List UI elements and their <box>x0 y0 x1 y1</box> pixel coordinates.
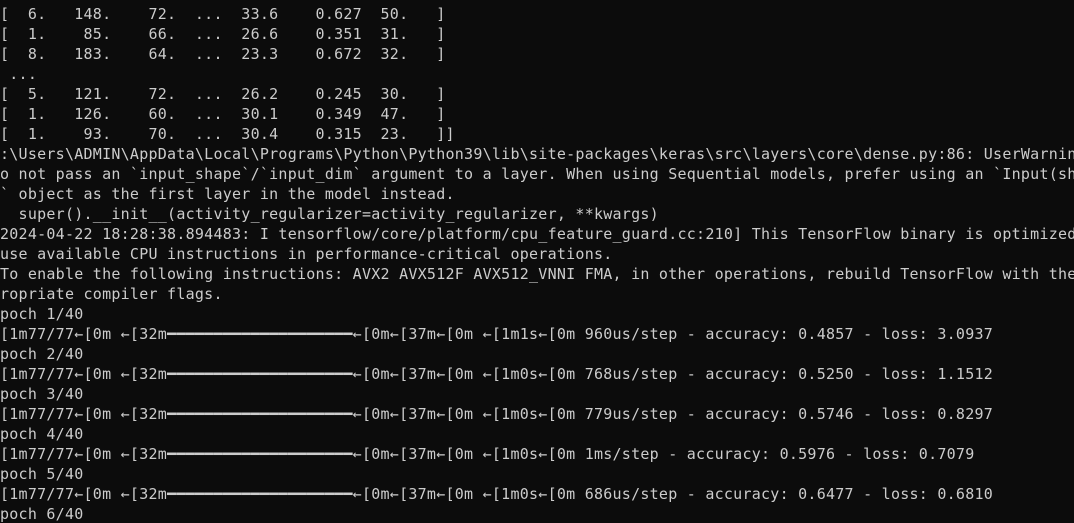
tensorflow-log-line: use available CPU instructions in perfor… <box>0 245 613 263</box>
training-progress-line: [1m77/77←[0m ←[32m━━━━━━━━━━━━━━━━━━━━←[… <box>0 405 994 423</box>
training-progress-line: [1m77/77←[0m ←[32m━━━━━━━━━━━━━━━━━━━━←[… <box>0 445 975 463</box>
warning-message-line: ` object as the first layer in the model… <box>0 185 455 203</box>
epoch-header: poch 4/40 <box>0 425 84 443</box>
array-row: [ 1. 85. 66. ... 26.6 0.351 31. ] <box>0 25 446 43</box>
array-row: [ 1. 93. 70. ... 30.4 0.315 23. ]] <box>0 125 455 143</box>
warning-message-line: o not pass an `input_shape`/`input_dim` … <box>0 165 1074 183</box>
tensorflow-log-line: To enable the following instructions: AV… <box>0 265 1074 283</box>
training-progress-line: [1m77/77←[0m ←[32m━━━━━━━━━━━━━━━━━━━━←[… <box>0 485 994 503</box>
tensorflow-log-line: 2024-04-22 18:28:38.894483: I tensorflow… <box>0 225 1074 243</box>
array-ellipsis: ... <box>0 65 38 83</box>
code-line: super().__init__(activity_regularizer=ac… <box>0 205 659 223</box>
epoch-header: poch 1/40 <box>0 305 84 323</box>
training-progress-line: [1m77/77←[0m ←[32m━━━━━━━━━━━━━━━━━━━━←[… <box>0 365 994 383</box>
epoch-header: poch 2/40 <box>0 345 84 363</box>
array-row: [ 6. 148. 72. ... 33.6 0.627 50. ] <box>0 5 446 23</box>
terminal-output[interactable]: [ 6. 148. 72. ... 33.6 0.627 50. ] [ 1. … <box>0 0 1074 523</box>
training-progress-line: [1m77/77←[0m ←[32m━━━━━━━━━━━━━━━━━━━━←[… <box>0 325 994 343</box>
array-row: [ 8. 183. 64. ... 23.3 0.672 32. ] <box>0 45 446 63</box>
epoch-header: poch 3/40 <box>0 385 84 403</box>
array-row: [ 5. 121. 72. ... 26.2 0.245 30. ] <box>0 85 446 103</box>
warning-path-line: :\Users\ADMIN\AppData\Local\Programs\Pyt… <box>0 145 1074 163</box>
array-row: [ 1. 126. 60. ... 30.1 0.349 47. ] <box>0 105 446 123</box>
epoch-header: poch 5/40 <box>0 465 84 483</box>
tensorflow-log-line: ropriate compiler flags. <box>0 285 223 303</box>
epoch-header: poch 6/40 <box>0 505 84 523</box>
